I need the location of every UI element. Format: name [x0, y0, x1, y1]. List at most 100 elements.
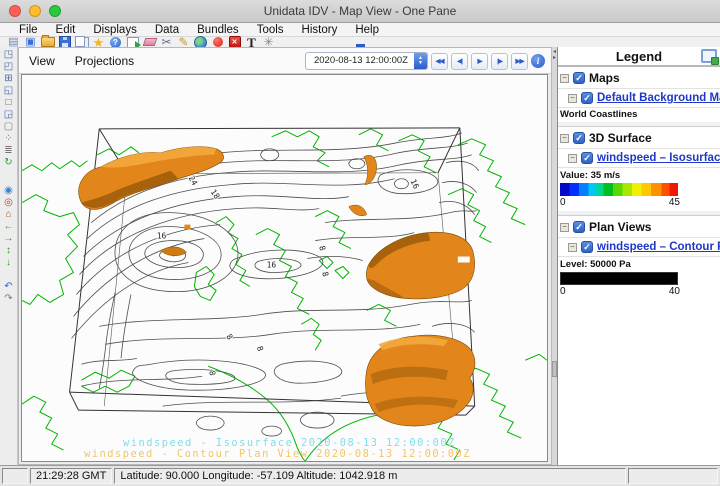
pan-globe-icon[interactable]: ◎ — [1, 197, 16, 209]
pan-vertical-icon[interactable]: ↕ — [1, 245, 16, 257]
pan-right-icon[interactable]: → — [1, 233, 16, 245]
contour-plan-colorbar[interactable] — [560, 272, 678, 285]
menu-displays[interactable]: Displays — [84, 24, 145, 36]
collapse-right-icon[interactable]: ▸ — [553, 55, 556, 61]
contour-label: 8 — [207, 370, 217, 377]
plan-views-checkbox[interactable]: ✓ — [573, 221, 585, 233]
bounding-box — [99, 128, 460, 129]
legend-group-plan-views: − ✓ Plan Views — [558, 216, 720, 238]
anim-play-button[interactable]: ▶ — [471, 53, 488, 70]
colorbar-max: 45 — [669, 197, 680, 208]
status-clock: 21:29:28 GMT — [30, 468, 112, 484]
contour-label: 8 — [317, 245, 327, 252]
animation-control: 2020-08-13 12:00:00Z ▲ ▼ ◀◀ ◀| ▶ |▶ ▶▶ i — [305, 52, 545, 70]
group-label: Maps — [589, 71, 620, 85]
background-maps-sub-label: World Coastlines — [558, 108, 720, 122]
isosurface-value-label: Value: 35 m/s — [558, 168, 720, 181]
background-maps-checkbox[interactable]: ✓ — [581, 92, 593, 104]
surface-group-checkbox[interactable]: ✓ — [573, 132, 585, 144]
isosurface-link[interactable]: windspeed – Isosurface — [597, 152, 720, 164]
colorbar-min: 0 — [560, 286, 566, 297]
status-memory-box — [628, 468, 718, 484]
menu-edit[interactable]: Edit — [47, 24, 85, 36]
float-legend-icon[interactable] — [701, 49, 717, 63]
pan-down-icon[interactable]: ↓ — [1, 257, 16, 269]
anim-end-button[interactable]: ▶▶ — [511, 53, 528, 70]
legend-group-maps: − ✓ Maps — [558, 67, 720, 89]
menu-bundles[interactable]: Bundles — [188, 24, 248, 36]
view-front-icon[interactable]: ◱ — [1, 85, 16, 97]
legend-group-3d-surface: − ✓ 3D Surface — [558, 127, 720, 149]
map-menu-bar: View Projections 2020-08-13 12:00:00Z ▲ … — [19, 48, 551, 74]
collapse-icon[interactable]: − — [568, 94, 577, 103]
undo-icon[interactable]: ↶ — [1, 281, 16, 293]
legend-header: Legend — [558, 47, 720, 67]
status-bar: 21:29:28 GMT Latitude: 90.000 Longitude:… — [0, 465, 720, 486]
map-3d-canvas[interactable]: 24 18 16 16 16 8 8 8 8 8 — [21, 74, 548, 462]
home-view-icon[interactable]: ⌂ — [1, 209, 16, 221]
colorbar-max: 40 — [669, 286, 680, 297]
title-bar: Unidata IDV - Map View - One Pane — [0, 0, 720, 23]
redo-icon[interactable]: ↷ — [1, 293, 16, 305]
view-perspective-icon[interactable]: ⊞ — [1, 73, 16, 85]
menu-projections[interactable]: Projections — [65, 54, 144, 68]
contour-plan-checkbox[interactable]: ✓ — [581, 241, 593, 253]
view-back-icon[interactable]: ◲ — [1, 109, 16, 121]
contour-label: 16 — [267, 260, 277, 269]
anim-step-forward-button[interactable]: |▶ — [491, 53, 508, 70]
menu-help[interactable]: Help — [346, 24, 388, 36]
contour-display-label: windspeed - Contour Plan View 2020-08-13… — [84, 448, 471, 460]
collapse-icon[interactable]: − — [560, 134, 569, 143]
isosurface-checkbox[interactable]: ✓ — [581, 152, 593, 164]
work-area: ◳ ◰ ⊞ ◱ □ ◲ ▢ ⁘ ≣ ↻ ◉ ◎ ⌂ ← → ↕ ↓ ↶ ↷ Vi… — [0, 47, 720, 465]
legend-item-isosurface: − ✓ windspeed – Isosurface — [558, 149, 720, 168]
legend-item-background-maps: − ✓ Default Background Maps — [558, 89, 720, 108]
maps-checkbox[interactable]: ✓ — [573, 72, 585, 84]
vertical-scale-icon[interactable]: ≣ — [1, 145, 16, 157]
legend-item-contour-plan: − ✓ windspeed – Contour Pl... — [558, 238, 720, 257]
anim-step-back-button[interactable]: ◀| — [451, 53, 468, 70]
zoom-globe-icon[interactable]: ◉ — [1, 185, 16, 197]
menu-tools[interactable]: Tools — [248, 24, 293, 36]
collapse-icon[interactable]: − — [568, 243, 577, 252]
time-value: 2020-08-13 12:00:00Z — [306, 53, 414, 69]
menu-data[interactable]: Data — [146, 24, 188, 36]
pan-left-icon[interactable]: ← — [1, 221, 16, 233]
colorbar-min: 0 — [560, 197, 566, 208]
view-top-icon[interactable]: ◳ — [1, 49, 16, 61]
contour-label: 8 — [224, 332, 234, 341]
isosurface-colorbar[interactable] — [560, 183, 678, 196]
collapse-icon[interactable]: − — [560, 223, 569, 232]
anim-properties-button[interactable]: i — [531, 54, 545, 68]
group-label: Plan Views — [589, 220, 651, 234]
legend-panel: Legend − ✓ Maps − ✓ Default Background M… — [557, 47, 720, 465]
menu-history[interactable]: History — [293, 24, 347, 36]
view-side-icon[interactable]: ◰ — [1, 61, 16, 73]
window-title: Unidata IDV - Map View - One Pane — [0, 4, 720, 18]
anim-begin-button[interactable]: ◀◀ — [431, 53, 448, 70]
menu-view[interactable]: View — [19, 54, 65, 68]
contour-plan-level-label: Level: 50000 Pa — [558, 257, 720, 270]
axis-points-icon[interactable]: ⁘ — [1, 133, 16, 145]
menu-file[interactable]: File — [10, 24, 47, 36]
time-spinner[interactable]: ▲ ▼ — [414, 53, 427, 69]
viewpoint-toolbar: ◳ ◰ ⊞ ◱ □ ◲ ▢ ⁘ ≣ ↻ ◉ ◎ ⌂ ← → ↕ ↓ ↶ ↷ — [0, 47, 18, 465]
legend-title: Legend — [558, 49, 720, 64]
auto-rotate-icon[interactable]: ↻ — [1, 157, 16, 169]
time-select[interactable]: 2020-08-13 12:00:00Z ▲ ▼ — [305, 52, 428, 70]
contour-label: 8 — [255, 345, 265, 353]
view-bottom-icon[interactable]: □ — [1, 97, 16, 109]
group-label: 3D Surface — [589, 131, 652, 145]
status-position: Latitude: 90.000 Longitude: -57.109 Alti… — [114, 468, 626, 484]
contour-label: 16 — [408, 178, 420, 191]
contour-plan-link[interactable]: windspeed – Contour Pl... — [597, 241, 720, 253]
coastline-greenland — [22, 195, 79, 305]
background-maps-link[interactable]: Default Background Maps — [597, 92, 720, 104]
map-scene: 24 18 16 16 16 8 8 8 8 8 — [22, 75, 547, 461]
collapse-icon[interactable]: − — [560, 74, 569, 83]
contour-label: 16 — [157, 232, 167, 241]
collapse-icon[interactable]: − — [568, 154, 577, 163]
reset-view-icon[interactable]: ▢ — [1, 121, 16, 133]
contour-label: 8 — [320, 271, 330, 278]
status-progress-box — [2, 468, 28, 484]
